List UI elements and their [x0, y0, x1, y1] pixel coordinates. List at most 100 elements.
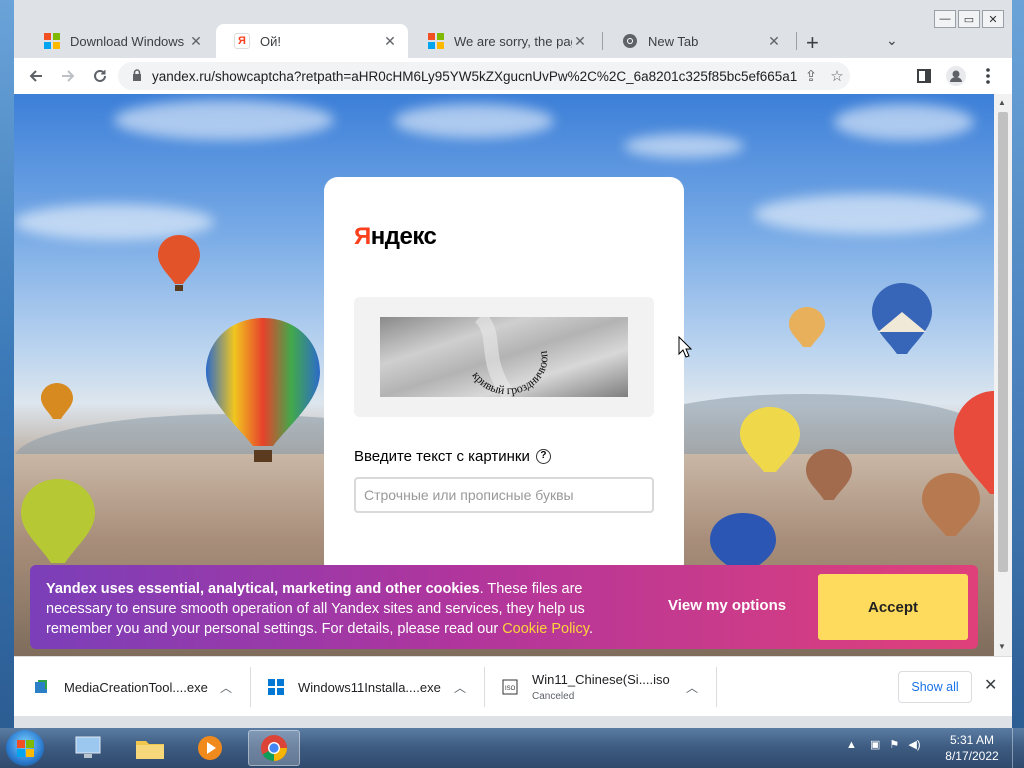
- hot-air-balloon: [789, 307, 825, 347]
- hot-air-balloon: [922, 473, 980, 536]
- windows-icon: [268, 679, 284, 695]
- tab-strip: Download Windows 11 ✕ Я Ой! ✕ We are sor…: [14, 24, 1012, 58]
- close-tab-icon[interactable]: ✕: [572, 33, 588, 50]
- tab-title: We are sorry, the page y: [454, 33, 572, 49]
- browser-toolbar: yandex.ru/showcaptcha?retpath=aHR0cHM6Ly…: [14, 58, 1012, 94]
- yandex-logo: Яндекс: [354, 223, 437, 250]
- profile-avatar[interactable]: [944, 64, 968, 88]
- chrome-icon[interactable]: [248, 730, 300, 766]
- system-clock[interactable]: 5:31 AM 8/17/2022: [940, 732, 1004, 764]
- browser-window: — ▭ ✕ Download Windows 11 ✕ Я Ой! ✕ We a…: [14, 0, 1012, 728]
- cookie-text: Yandex uses essential, analytical, marke…: [46, 581, 593, 637]
- lock-icon: [132, 68, 142, 84]
- cloud: [394, 104, 554, 138]
- download-name: Win11_Chinese(Si....iso: [532, 672, 670, 687]
- page-scrollbar[interactable]: ▲ ▼: [994, 94, 1012, 656]
- download-item[interactable]: ISO Win11_Chinese(Si....iso Canceled: [502, 657, 712, 717]
- new-tab-button[interactable]: +: [806, 30, 819, 56]
- cloud: [114, 100, 334, 140]
- hot-air-balloon: [206, 318, 320, 462]
- back-button[interactable]: [24, 64, 48, 88]
- download-item[interactable]: MediaCreationTool....exe: [34, 657, 244, 717]
- download-name: MediaCreationTool....exe: [64, 679, 208, 695]
- bookmark-star-icon[interactable]: ☆: [824, 67, 850, 85]
- reload-button[interactable]: [88, 64, 112, 88]
- show-desktop-button[interactable]: [1012, 728, 1024, 768]
- download-status: Canceled: [532, 691, 575, 702]
- volume-icon[interactable]: ◀): [908, 739, 920, 751]
- cloud: [834, 104, 974, 140]
- desktop-edge-left: [0, 0, 14, 728]
- scroll-thumb[interactable]: [998, 112, 1008, 572]
- view-options-button[interactable]: View my options: [668, 597, 786, 614]
- download-bar: MediaCreationTool....exe ︿ Windows11Inst…: [14, 656, 1012, 716]
- hot-air-balloon: [806, 449, 852, 500]
- hot-air-balloon: [158, 235, 200, 291]
- address-bar[interactable]: yandex.ru/showcaptcha?retpath=aHR0cHM6Ly…: [118, 62, 850, 90]
- hot-air-balloon: [710, 513, 776, 572]
- taskbar: ▲ ▣ ⚑ ◀) 5:31 AM 8/17/2022: [0, 728, 1024, 768]
- captcha-label-text: Введите текст с картинки: [354, 448, 530, 465]
- accept-button[interactable]: Accept: [818, 574, 968, 640]
- tab-new-tab[interactable]: New Tab ✕: [604, 24, 792, 58]
- start-button[interactable]: [6, 730, 44, 766]
- hot-air-balloon: [21, 479, 95, 563]
- captcha-image: кривый гроздничюоп: [380, 317, 628, 397]
- chevron-up-icon[interactable]: ︿: [686, 679, 698, 696]
- tab-yandex[interactable]: Я Ой! ✕: [216, 24, 408, 58]
- scroll-down-icon[interactable]: ▼: [998, 642, 1006, 651]
- captcha-label: Введите текст с картинки ?: [354, 448, 551, 465]
- back-arrow-icon: [29, 70, 42, 82]
- action-center-icon[interactable]: ⚑: [889, 739, 899, 751]
- close-download-bar-icon[interactable]: ✕: [984, 675, 997, 695]
- explorer-icon[interactable]: [124, 730, 176, 766]
- forward-arrow-icon: [62, 70, 75, 82]
- tray-overflow-icon[interactable]: ▲: [846, 739, 857, 751]
- network-icon[interactable]: ▣: [870, 739, 880, 751]
- microsoft-icon: [428, 33, 444, 49]
- forward-button[interactable]: [56, 64, 80, 88]
- scroll-up-icon[interactable]: ▲: [998, 98, 1006, 107]
- clock-date: 8/17/2022: [945, 749, 999, 763]
- download-separator: [716, 667, 717, 707]
- tab-we-are-sorry[interactable]: We are sorry, the page y ✕: [410, 24, 598, 58]
- desktop-edge-right: [1012, 0, 1024, 728]
- hot-air-balloon: [740, 407, 800, 472]
- chrome-icon: [622, 33, 638, 49]
- tab-search-icon[interactable]: ⌄: [886, 32, 898, 49]
- media-player-icon[interactable]: [184, 730, 236, 766]
- page-viewport: Яндекс кривый гроздничюоп Введите текст …: [14, 94, 994, 656]
- cookie-policy-link[interactable]: Cookie Policy: [502, 621, 589, 637]
- tab-download-windows[interactable]: Download Windows 11 ✕: [26, 24, 214, 58]
- download-separator: [250, 667, 251, 707]
- close-tab-icon[interactable]: ✕: [766, 33, 782, 50]
- menu-kebab-icon[interactable]: [976, 64, 1000, 88]
- share-icon[interactable]: ⇪: [798, 67, 824, 85]
- tab-title: Ой!: [260, 33, 281, 49]
- close-tab-icon[interactable]: ✕: [382, 33, 398, 50]
- svg-text:ISO: ISO: [505, 686, 516, 692]
- chevron-up-icon[interactable]: ︿: [220, 679, 232, 696]
- installer-icon: [35, 680, 47, 693]
- download-name: Windows11Installa....exe: [298, 679, 441, 695]
- captcha-input[interactable]: [354, 477, 654, 513]
- computer-icon[interactable]: [62, 730, 114, 766]
- help-icon[interactable]: ?: [535, 449, 551, 464]
- show-all-button[interactable]: Show all: [898, 671, 972, 703]
- cookie-banner: Yandex uses essential, analytical, marke…: [30, 565, 978, 649]
- close-tab-icon[interactable]: ✕: [188, 33, 204, 50]
- chevron-up-icon[interactable]: ︿: [454, 679, 466, 696]
- captcha-image-box: кривый гроздничюоп: [354, 297, 654, 417]
- url-text: yandex.ru/showcaptcha?retpath=aHR0cHM6Ly…: [152, 68, 798, 84]
- download-separator: [484, 667, 485, 707]
- clock-time: 5:31 AM: [949, 733, 995, 747]
- download-item[interactable]: Windows11Installa....exe: [268, 657, 478, 717]
- reload-icon: [94, 69, 106, 82]
- side-panel-icon[interactable]: [912, 64, 936, 88]
- hot-air-balloon: [872, 283, 932, 354]
- tab-separator: [602, 32, 603, 50]
- tab-title: Download Windows 11: [70, 33, 188, 49]
- tab-separator: [796, 32, 797, 50]
- iso-icon: ISO: [502, 679, 518, 695]
- tab-title: New Tab: [648, 33, 699, 49]
